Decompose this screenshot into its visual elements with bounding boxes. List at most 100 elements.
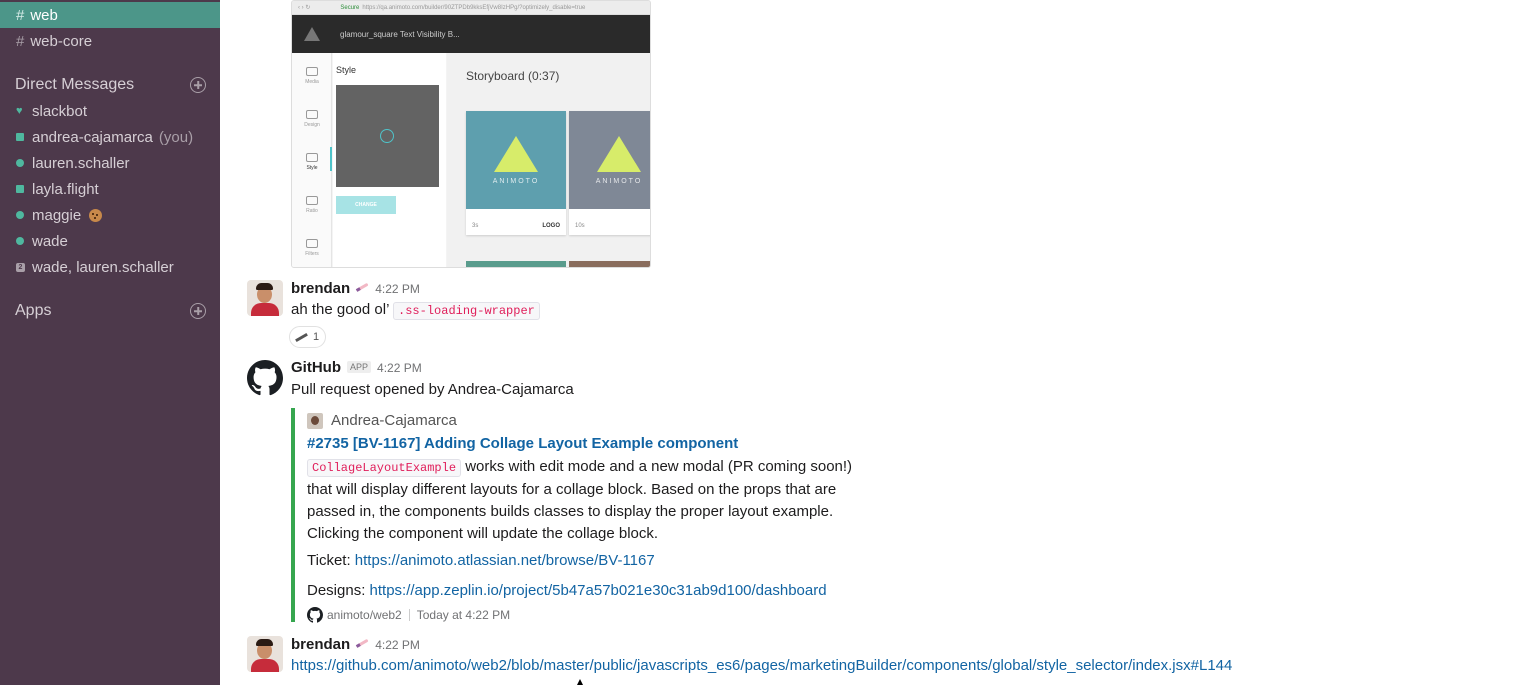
rail-label: Filters xyxy=(305,251,319,257)
designs-line: Designs: https://app.zeplin.io/project/5… xyxy=(307,582,827,599)
presence-icon xyxy=(16,237,24,245)
ticket-line: Ticket: https://animoto.atlassian.net/br… xyxy=(307,552,655,569)
presence-icon xyxy=(16,211,24,219)
message-text: ah the good ol’ .ss-loading-wrapper xyxy=(291,301,540,320)
add-app-icon[interactable] xyxy=(190,303,206,319)
cookie-icon xyxy=(89,208,103,222)
dm-lauren-schaller[interactable]: lauren.schaller xyxy=(16,152,130,174)
hash-icon: # xyxy=(16,32,25,50)
github-icon xyxy=(247,360,283,396)
author-name[interactable]: brendan xyxy=(291,636,350,653)
dm-maggie[interactable]: maggie xyxy=(16,204,103,226)
dm-slackbot[interactable]: ♥ slackbot xyxy=(16,100,87,122)
rail-label: Style xyxy=(306,165,318,171)
attachment-author[interactable]: Andrea-Cajamarca xyxy=(307,412,457,429)
change-button: CHANGE xyxy=(336,196,396,214)
thumb-tag: LOGO xyxy=(542,223,560,229)
dm-group-wade-lauren[interactable]: 2 wade, lauren.schaller xyxy=(16,256,174,278)
pr-attachment: Andrea-Cajamarca #2735 [BV-1167] Adding … xyxy=(291,408,852,623)
thumb-brand: ANIMOTO xyxy=(595,177,643,185)
channel-web-core[interactable]: # web-core xyxy=(0,28,220,54)
attachment-author-name: Andrea-Cajamarca xyxy=(331,412,457,429)
avatar[interactable] xyxy=(247,280,283,316)
browser-url-bar: ‹ › ↻ Secure https://qa.animoto.com/buil… xyxy=(292,1,650,15)
dm-label: maggie xyxy=(32,206,82,224)
timestamp[interactable]: 4:22 PM xyxy=(375,282,420,296)
channel-label: web xyxy=(30,6,58,24)
rail-ratio: Ratio xyxy=(292,196,332,214)
github-icon xyxy=(307,607,323,623)
footer-divider xyxy=(408,609,410,621)
rail-filters: Filters xyxy=(292,239,332,257)
body-line: passed in, the components builds classes… xyxy=(307,503,834,520)
reaction-count: 1 xyxy=(313,331,320,343)
animoto-logo-icon xyxy=(292,15,332,53)
presence-icon xyxy=(16,159,24,167)
dm-label: wade, lauren.schaller xyxy=(32,258,174,276)
storyboard-thumb: ANIMOTO 3s LOGO xyxy=(466,111,566,235)
ratio-icon xyxy=(306,196,318,205)
message-text-prefix: ah the good ol’ xyxy=(291,301,389,318)
designs-label: Designs: xyxy=(307,582,370,599)
timestamp[interactable]: 4:22 PM xyxy=(375,638,420,652)
status-emoji-icon xyxy=(353,278,372,297)
thumb-image: ANIMOTO xyxy=(569,111,650,209)
presence-icon xyxy=(16,133,24,141)
thumb-duration: 3s xyxy=(472,223,479,229)
nav-arrows-icon: ‹ › ↻ xyxy=(298,5,311,11)
secure-label: Secure xyxy=(340,4,360,11)
mouse-cursor-icon xyxy=(576,679,584,685)
body-line: Clicking the component will update the c… xyxy=(307,525,659,542)
rail-media: Media xyxy=(292,67,332,85)
rail-label: Design xyxy=(304,122,320,128)
repo-name[interactable]: animoto/web2 xyxy=(327,608,402,622)
message-text: Pull request opened by Andrea-Cajamarca xyxy=(291,381,574,398)
group-count-icon: 2 xyxy=(16,262,25,272)
body-line: that will display different layouts for … xyxy=(307,481,837,498)
animoto-logo-icon xyxy=(597,135,641,172)
apps-heading[interactable]: Apps xyxy=(15,302,51,320)
direct-messages-heading[interactable]: Direct Messages xyxy=(15,76,134,94)
channel-web[interactable]: # web xyxy=(0,2,220,28)
design-icon xyxy=(306,110,318,119)
dm-wade[interactable]: wade xyxy=(16,230,68,252)
thumb-meta: 10sLO xyxy=(575,223,650,229)
footer-timestamp: Today at 4:22 PM xyxy=(416,608,511,622)
reaction-pill[interactable]: 1 xyxy=(289,326,327,348)
github-file-link[interactable]: https://github.com/animoto/web2/blob/mas… xyxy=(291,657,1232,674)
thumb-duration: 10s xyxy=(575,223,585,229)
ruler-icon xyxy=(294,331,308,343)
message-pane: ‹ › ↻ Secure https://qa.animoto.com/buil… xyxy=(220,0,1523,685)
github-avatar[interactable] xyxy=(247,360,283,396)
storyboard-title: Storyboard (0:37) xyxy=(466,69,560,83)
pr-title-link[interactable]: #2735 [BV-1167] Adding Collage Layout Ex… xyxy=(307,435,738,452)
dm-label: andrea-cajamarca xyxy=(32,128,153,146)
thumb-meta: 3s LOGO xyxy=(472,223,560,229)
builder-rail: Media Design Style Ratio Filters xyxy=(292,53,332,267)
you-label: (you) xyxy=(158,128,194,146)
ticket-link[interactable]: https://animoto.atlassian.net/browse/BV-… xyxy=(355,552,655,569)
author-name[interactable]: GitHub xyxy=(291,359,341,376)
dm-label: layla.flight xyxy=(32,180,99,198)
style-icon xyxy=(306,153,318,162)
dm-label: lauren.schaller xyxy=(32,154,130,172)
avatar[interactable] xyxy=(247,636,283,672)
message-header: brendan 4:22 PM xyxy=(291,635,420,653)
dm-andrea-cajamarca[interactable]: andrea-cajamarca (you) xyxy=(16,126,193,148)
channel-label: web-core xyxy=(30,32,93,50)
add-dm-icon[interactable] xyxy=(190,77,206,93)
designs-link[interactable]: https://app.zeplin.io/project/5b47a57b02… xyxy=(370,582,827,599)
status-emoji-icon xyxy=(353,634,372,653)
storyboard: Storyboard (0:37) ANIMOTO 3s LOGO ANIMOTO… xyxy=(447,53,650,267)
dm-layla-flight[interactable]: layla.flight xyxy=(16,178,99,200)
image-attachment[interactable]: ‹ › ↻ Secure https://qa.animoto.com/buil… xyxy=(291,0,651,268)
storyboard-thumb-partial xyxy=(569,261,650,267)
attachment-footer: animoto/web2 Today at 4:22 PM xyxy=(307,607,510,623)
rail-label: Ratio xyxy=(306,208,318,214)
inline-code: CollageLayoutExample xyxy=(307,459,462,477)
author-name[interactable]: brendan xyxy=(291,280,350,297)
style-panel: Style CHANGE xyxy=(333,53,446,267)
timestamp[interactable]: 4:22 PM xyxy=(377,361,422,375)
hash-icon: # xyxy=(16,6,25,24)
dm-label: slackbot xyxy=(32,102,88,120)
